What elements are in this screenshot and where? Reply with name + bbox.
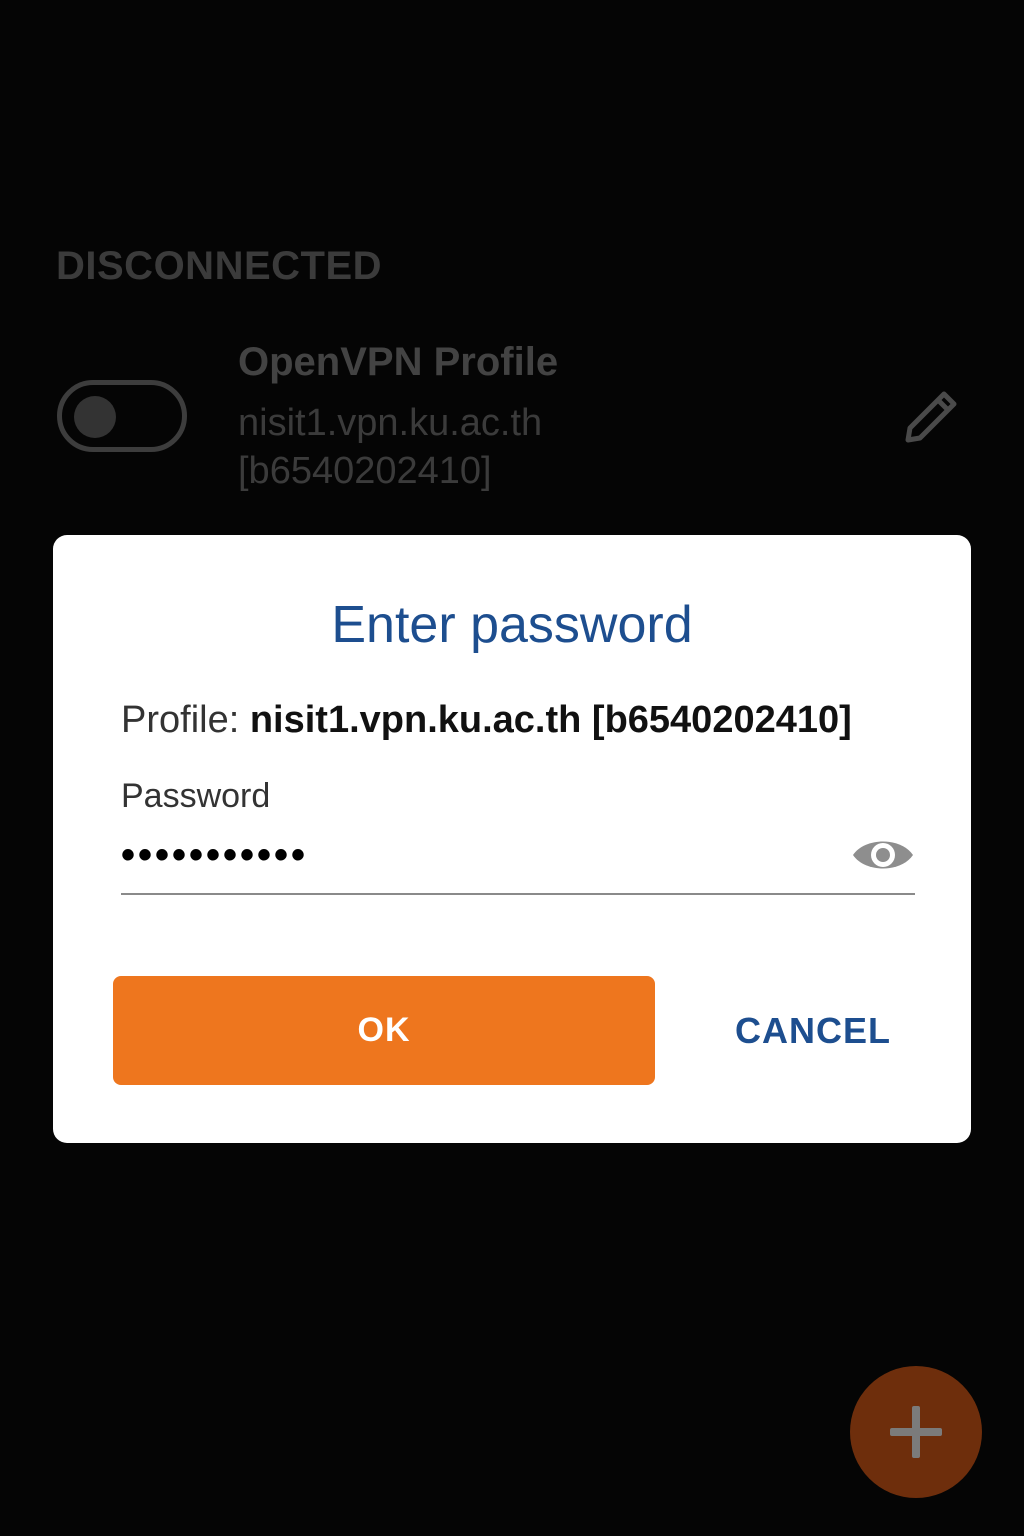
password-dialog: Enter password Profile: nisit1.vpn.ku.ac… (53, 535, 971, 1143)
profile-name: OpenVPN Profile (238, 340, 559, 384)
profile-label: Profile: (121, 699, 240, 741)
ok-button[interactable]: OK (113, 976, 655, 1085)
dialog-profile-line: Profile: nisit1.vpn.ku.ac.th [b654020241… (121, 699, 852, 742)
profile-host: nisit1.vpn.ku.ac.th (238, 402, 543, 444)
connection-status: DISCONNECTED (56, 244, 383, 288)
add-profile-button[interactable] (850, 1366, 982, 1498)
plus-icon (890, 1406, 942, 1458)
profile-list-item[interactable]: OpenVPN Profile nisit1.vpn.ku.ac.th [b65… (0, 330, 1024, 510)
connection-toggle[interactable] (57, 380, 187, 452)
password-input[interactable]: ••••••••••• (121, 825, 915, 895)
password-value: ••••••••••• (121, 833, 309, 877)
cancel-button[interactable]: CANCEL (693, 976, 933, 1085)
profile-value: nisit1.vpn.ku.ac.th [b6540202410] (249, 699, 852, 741)
profile-user: [b6540202410] (238, 450, 492, 492)
pencil-icon[interactable] (900, 384, 964, 448)
dialog-title: Enter password (331, 596, 693, 654)
eye-icon[interactable] (851, 831, 915, 879)
toggle-knob (74, 396, 116, 438)
password-label: Password (121, 777, 271, 815)
